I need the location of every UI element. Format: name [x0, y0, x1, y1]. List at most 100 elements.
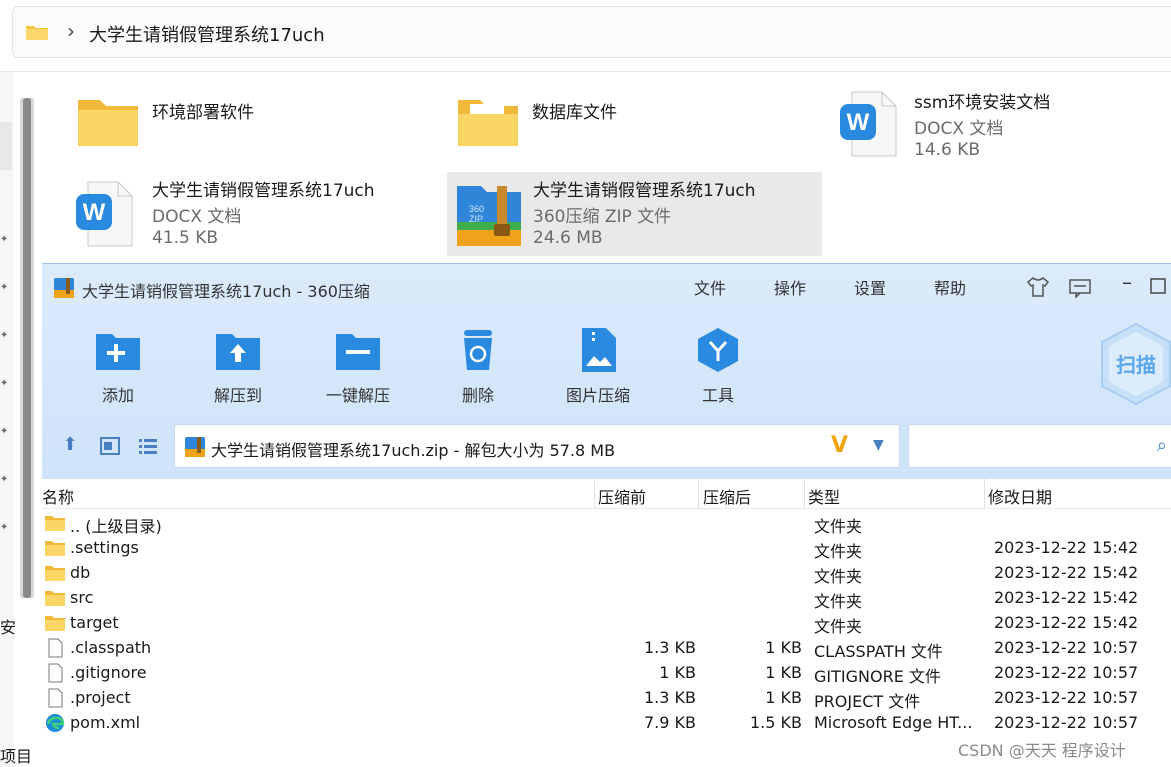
- navigation-pane[interactable]: ✦ ✦ ✦ ✦ ✦ ✦ ✦: [0, 72, 14, 767]
- file-tile-selected[interactable]: 360 ZIP 大学生请销假管理系统17uch 360压缩 ZIP 文件 24.…: [447, 172, 822, 256]
- tile-size: 24.6 MB: [533, 228, 603, 248]
- scan-shield-button[interactable]: 扫描: [1098, 322, 1171, 406]
- file-size-before: 1 KB: [659, 663, 696, 682]
- file-type: 文件夹: [814, 617, 863, 636]
- one-click-extract-icon: [336, 334, 380, 370]
- pin-icon: ✦: [0, 522, 9, 533]
- file-tile[interactable]: 数据库文件: [452, 86, 792, 170]
- scrollbar-thumb[interactable]: [23, 98, 31, 598]
- svg-text:ZIP: ZIP: [469, 214, 483, 224]
- tile-name: 数据库文件: [532, 103, 617, 123]
- word-doc-icon: W: [840, 91, 897, 157]
- menu-help[interactable]: 帮助: [934, 275, 966, 299]
- archive-path-field[interactable]: 大学生请销假管理系统17uch.zip - 解包大小为 57.8 MB V ▼: [174, 424, 900, 468]
- tile-type: DOCX 文档: [152, 207, 242, 227]
- folder-icon: [45, 616, 65, 631]
- tile-name: 大学生请销假管理系统17uch: [152, 181, 375, 201]
- tool-label: 工具: [701, 386, 734, 405]
- menu-file[interactable]: 文件: [694, 275, 726, 299]
- list-item[interactable]: .. (上级目录) 文件夹: [42, 511, 1171, 536]
- file-name: .settings: [70, 538, 139, 557]
- file-date: 2023-12-22 15:42: [994, 588, 1139, 607]
- tool-label: 删除: [461, 386, 494, 405]
- delete-button[interactable]: 删除: [428, 326, 528, 406]
- extract-to-icon: [216, 334, 260, 370]
- list-item[interactable]: db 文件夹 2023-12-22 15:42: [42, 561, 1171, 586]
- file-size-after: 1 KB: [765, 688, 802, 707]
- file-date: 2023-12-22 15:42: [994, 613, 1139, 632]
- nav-selected-item[interactable]: [0, 122, 12, 170]
- svg-text:W: W: [83, 199, 106, 226]
- tile-name: 环境部署软件: [152, 103, 254, 123]
- column-divider[interactable]: [984, 479, 985, 509]
- column-header-before[interactable]: 压缩前: [598, 484, 646, 508]
- menu-operate[interactable]: 操作: [774, 275, 806, 299]
- file-size-after: 1.5 KB: [750, 713, 802, 732]
- tile-type: 360压缩 ZIP 文件: [533, 207, 672, 227]
- up-arrow-icon[interactable]: ⬆: [58, 434, 82, 458]
- list-view-icon[interactable]: [136, 434, 160, 458]
- file-type: PROJECT 文件: [814, 692, 921, 711]
- folder-icon: [458, 100, 518, 146]
- list-item[interactable]: src 文件夹 2023-12-22 15:42: [42, 586, 1171, 611]
- pin-icon: ✦: [0, 234, 9, 245]
- list-item[interactable]: .project 1.3 KB 1 KB PROJECT 文件 2023-12-…: [42, 686, 1171, 711]
- address-bar[interactable]: › 大学生请销假管理系统17uch: [12, 6, 1171, 58]
- column-divider[interactable]: [804, 479, 805, 509]
- menu-settings[interactable]: 设置: [854, 275, 886, 299]
- column-header-type[interactable]: 类型: [808, 484, 840, 508]
- nav-scrollbar[interactable]: [20, 98, 34, 598]
- file-tile[interactable]: W 大学生请销假管理系统17uch DOCX 文档 41.5 KB: [70, 172, 430, 256]
- tools-button[interactable]: 工具: [668, 326, 768, 406]
- skin-shirt-icon[interactable]: [1026, 276, 1050, 298]
- list-item[interactable]: pom.xml 7.9 KB 1.5 KB Microsoft Edge HT.…: [42, 711, 1171, 736]
- pin-icon: ✦: [0, 378, 9, 389]
- file-type: GITIGNORE 文件: [814, 667, 941, 686]
- dropdown-arrow-icon[interactable]: ▼: [873, 437, 884, 453]
- v-logo-icon[interactable]: V: [831, 433, 848, 458]
- search-input[interactable]: ⌕: [908, 424, 1171, 468]
- file-tile[interactable]: W ssm环境安装文档 DOCX 文档 14.6 KB: [834, 84, 1164, 168]
- add-button[interactable]: 添加: [68, 326, 168, 406]
- address-path[interactable]: 大学生请销假管理系统17uch: [89, 21, 325, 47]
- file-name: .gitignore: [70, 663, 147, 682]
- file-tile[interactable]: 环境部署软件: [70, 86, 410, 170]
- edge-icon: [46, 714, 65, 732]
- pin-icon: ✦: [0, 474, 9, 485]
- file-size-after: 1 KB: [765, 663, 802, 682]
- column-divider[interactable]: [594, 479, 595, 509]
- column-header-date[interactable]: 修改日期: [988, 484, 1052, 508]
- column-header-name[interactable]: 名称: [42, 484, 74, 508]
- maximize-icon[interactable]: [1150, 278, 1166, 294]
- list-item[interactable]: target 文件夹 2023-12-22 15:42: [42, 611, 1171, 636]
- file-size-after: 1 KB: [765, 638, 802, 657]
- list-item[interactable]: .settings 文件夹 2023-12-22 15:42: [42, 536, 1171, 561]
- minimize-icon[interactable]: –: [1122, 270, 1132, 294]
- image-compress-button[interactable]: 图片压缩: [548, 326, 648, 406]
- feedback-icon[interactable]: [1068, 278, 1092, 298]
- tool-label: 添加: [101, 386, 134, 405]
- list-item[interactable]: .classpath 1.3 KB 1 KB CLASSPATH 文件 2023…: [42, 636, 1171, 661]
- search-icon[interactable]: ⌕: [1157, 435, 1167, 456]
- zip-window[interactable]: 大学生请销假管理系统17uch - 360压缩 文件 操作 设置 帮助 – 添加…: [42, 263, 1171, 767]
- file-type: Microsoft Edge HT...: [814, 713, 973, 732]
- file-size-before: 7.9 KB: [644, 713, 696, 732]
- thumbnail-view-icon[interactable]: [98, 434, 122, 458]
- word-doc-icon: W: [76, 181, 133, 247]
- tile-size: 41.5 KB: [152, 228, 219, 248]
- folder-icon: [45, 591, 65, 606]
- file-type: 文件夹: [814, 592, 863, 611]
- column-header-after[interactable]: 压缩后: [703, 484, 751, 508]
- one-click-extract-button[interactable]: 一键解压: [308, 326, 408, 406]
- tile-type: DOCX 文档: [914, 119, 1004, 139]
- list-item[interactable]: .gitignore 1 KB 1 KB GITIGNORE 文件 2023-1…: [42, 661, 1171, 686]
- folder-icon: [45, 566, 65, 581]
- tools-icon: [698, 328, 738, 372]
- column-divider[interactable]: [698, 479, 699, 509]
- file-name: .. (上级目录): [70, 517, 162, 536]
- extract-to-button[interactable]: 解压到: [188, 326, 288, 406]
- archive-path-text: 大学生请销假管理系统17uch.zip - 解包大小为 57.8 MB: [211, 441, 616, 460]
- tile-name: ssm环境安装文档: [914, 93, 1051, 113]
- file-name: target: [70, 613, 119, 632]
- folder-icon: [26, 26, 48, 40]
